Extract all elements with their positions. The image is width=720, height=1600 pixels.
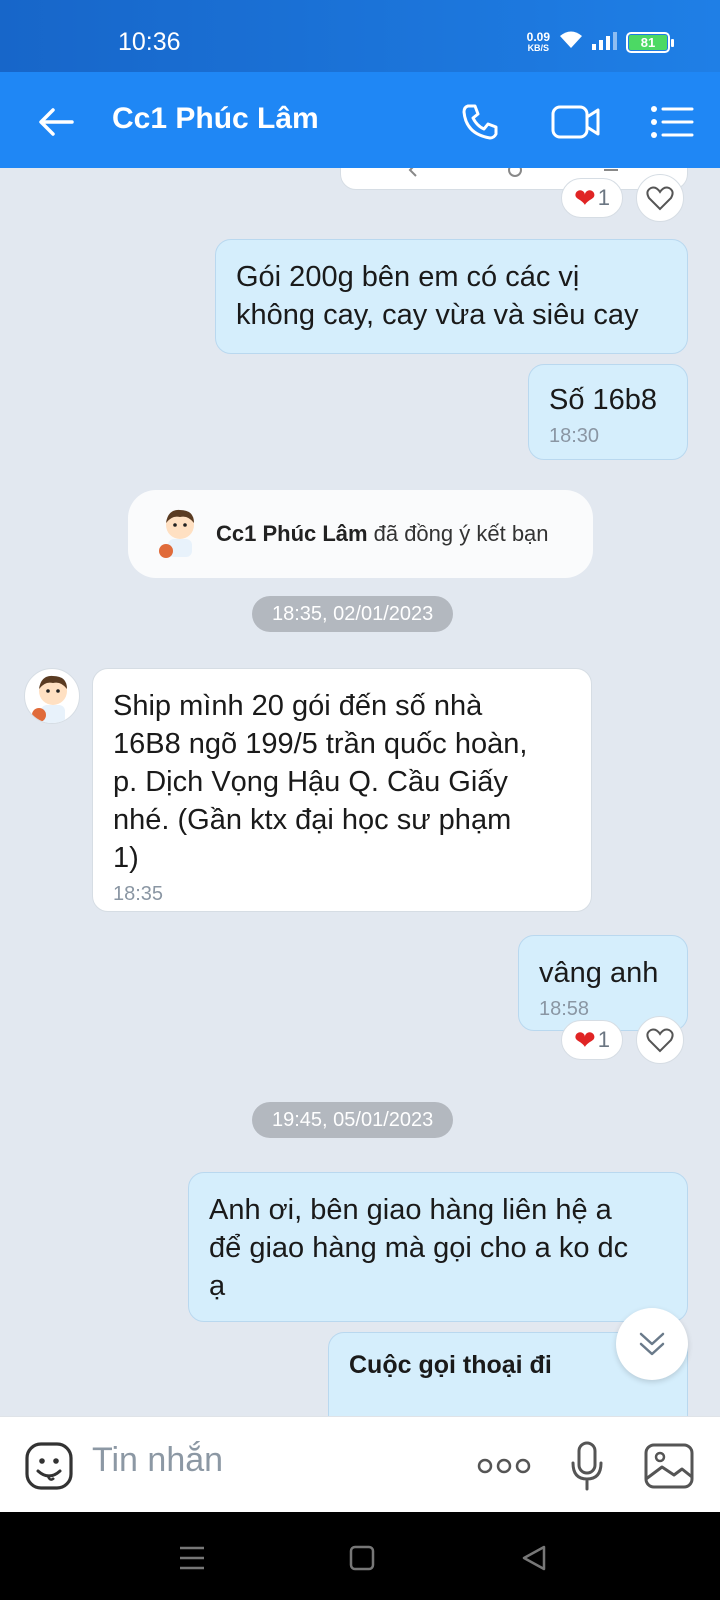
date-separator: 19:45, 05/01/2023 xyxy=(252,1102,454,1138)
sticker-button[interactable] xyxy=(22,1439,76,1493)
network-speed: 0.09 KB/S xyxy=(526,29,550,53)
status-indicators: 0.09 KB/S 81 xyxy=(526,29,674,55)
back-button[interactable] xyxy=(30,96,82,148)
reaction-count[interactable]: ❤ 1 xyxy=(561,1020,623,1060)
back-arrow-icon xyxy=(39,108,74,136)
options-menu-button[interactable] xyxy=(646,96,698,148)
message-text: Ship mình 20 gói đến số nhà 16B8 ngõ 199… xyxy=(113,690,528,874)
microphone-icon xyxy=(571,1441,603,1491)
home-square-icon xyxy=(349,1545,375,1571)
back-nav-button[interactable] xyxy=(518,1542,550,1574)
reaction-count[interactable]: ❤ 1 xyxy=(561,178,623,218)
signal-icon xyxy=(592,30,618,55)
notice-text: đã đồng ý kết bạn xyxy=(373,521,549,546)
battery-icon: 81 xyxy=(626,32,674,53)
react-heart-button[interactable] xyxy=(636,1016,684,1064)
message-time: 18:30 xyxy=(549,425,600,447)
chat-header: Cc1 Phúc Lâm xyxy=(0,72,720,168)
double-chevron-down-icon xyxy=(639,1332,665,1356)
system-nav-bar xyxy=(0,1512,720,1600)
more-options-button[interactable] xyxy=(474,1439,534,1493)
notice-contact-name: Cc1 Phúc Lâm xyxy=(216,521,368,546)
list-menu-icon xyxy=(651,106,694,138)
image-picker-button[interactable] xyxy=(642,1439,696,1493)
message-time: 18:35 xyxy=(113,883,164,905)
phone-icon xyxy=(462,104,498,140)
wifi-icon xyxy=(558,30,584,55)
sender-avatar[interactable] xyxy=(24,668,80,724)
outgoing-message[interactable]: Gói 200g bên em có các vị không cay, cay… xyxy=(215,239,688,354)
video-call-button[interactable] xyxy=(550,96,602,148)
scroll-to-bottom-button[interactable] xyxy=(616,1308,688,1380)
message-input[interactable]: Tin nhắn xyxy=(92,1441,223,1480)
message-text: Anh ơi, bên giao hàng liên hệ a để giao … xyxy=(209,1194,629,1302)
status-bar: 10:36 0.09 KB/S 81 xyxy=(0,0,720,72)
nav-preview-icon xyxy=(408,168,618,177)
contact-name[interactable]: Cc1 Phúc Lâm xyxy=(112,102,319,136)
smiley-icon xyxy=(25,1442,73,1490)
date-separator: 18:35, 02/01/2023 xyxy=(252,596,454,632)
chat-area[interactable]: ❤ 1 Gói 200g bên em có các vị không cay,… xyxy=(0,168,720,1416)
boy-avatar-icon xyxy=(32,675,67,723)
voice-record-button[interactable] xyxy=(560,1439,614,1493)
boy-avatar-icon xyxy=(159,509,194,558)
menu-icon xyxy=(180,1546,204,1570)
message-text: vâng anh xyxy=(539,957,659,989)
home-nav-button[interactable] xyxy=(346,1542,378,1574)
message-text: Số 16b8 xyxy=(549,384,658,416)
menu-nav-button[interactable] xyxy=(176,1542,208,1574)
outgoing-message[interactable]: Số 16b8 18:30 xyxy=(528,364,688,460)
outgoing-message[interactable]: Anh ơi, bên giao hàng liên hệ a để giao … xyxy=(188,1172,688,1322)
voice-call-button[interactable] xyxy=(454,96,506,148)
heart-outline-icon xyxy=(646,186,674,211)
message-text: Gói 200g bên em có các vị không cay, cay… xyxy=(236,261,639,331)
video-camera-icon xyxy=(551,105,600,139)
image-icon xyxy=(644,1443,694,1489)
more-dots-icon xyxy=(477,1458,531,1474)
heart-icon: ❤ xyxy=(573,1024,596,1055)
back-triangle-icon xyxy=(522,1545,546,1571)
incoming-message[interactable]: Ship mình 20 gói đến số nhà 16B8 ngõ 199… xyxy=(92,668,592,912)
message-time: 18:58 xyxy=(539,998,590,1020)
heart-outline-icon xyxy=(646,1028,674,1053)
friend-accepted-notice: Cc1 Phúc Lâm đã đồng ý kết bạn xyxy=(128,490,593,578)
status-time: 10:36 xyxy=(118,28,181,56)
heart-icon: ❤ xyxy=(573,182,596,213)
contact-avatar xyxy=(158,507,202,561)
clipped-message[interactable] xyxy=(340,168,688,190)
message-input-bar: Tin nhắn xyxy=(0,1416,720,1512)
react-heart-button[interactable] xyxy=(636,174,684,222)
